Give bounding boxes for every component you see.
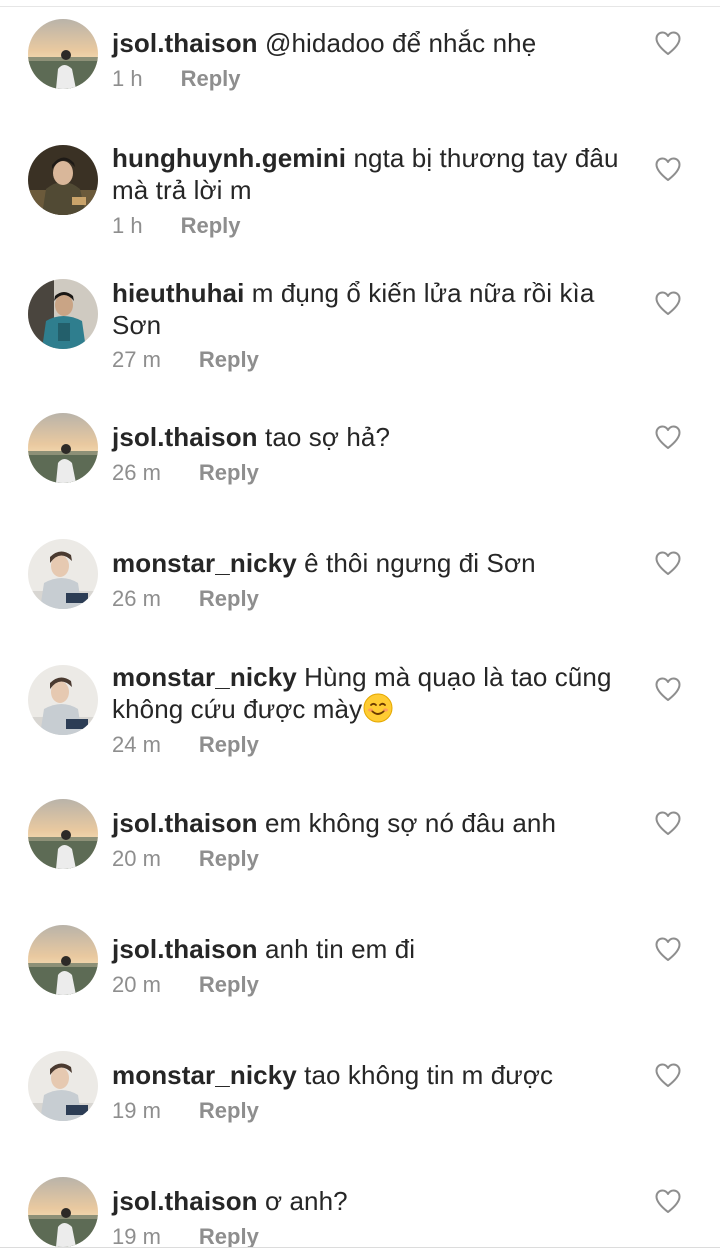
comment-meta: 26 m Reply xyxy=(112,458,259,488)
comment-time: 24 m xyxy=(112,732,161,757)
heart-outline-icon[interactable] xyxy=(654,30,682,56)
comment-username[interactable]: monstar_nicky xyxy=(112,662,297,692)
comment-body: monstar_nicky tao không tin m được xyxy=(112,1059,632,1091)
heart-outline-icon[interactable] xyxy=(654,936,682,962)
comment-body: jsol.thaison em không sợ nó đâu anh xyxy=(112,807,632,839)
heart-outline-icon[interactable] xyxy=(654,424,682,450)
comment-meta: 20 m Reply xyxy=(112,970,259,1000)
comment-text: em không sợ nó đâu anh xyxy=(265,808,557,838)
comment-row: monstar_nicky Hùng mà quạo là tao cũng k… xyxy=(0,646,720,766)
comment-username[interactable]: jsol.thaison xyxy=(112,934,258,964)
comment-time: 20 m xyxy=(112,846,161,871)
comment-time: 20 m xyxy=(112,972,161,997)
reply-button[interactable]: Reply xyxy=(199,458,259,488)
comment-row: jsol.thaison @hidadoo để nhắc nhẹ 1 h Rep… xyxy=(0,0,720,120)
avatar[interactable] xyxy=(28,799,98,869)
avatar[interactable] xyxy=(28,19,98,89)
heart-outline-icon[interactable] xyxy=(654,1188,682,1214)
comment-text: ê thôi ngưng đi Sơn xyxy=(304,548,536,578)
comment-row: jsol.thaison em không sợ nó đâu anh 20 m… xyxy=(0,780,720,900)
comment-row: jsol.thaison anh tin em đi 20 m Reply xyxy=(0,906,720,1026)
comments-page: jsol.thaison @hidadoo để nhắc nhẹ 1 h Rep… xyxy=(0,0,720,1254)
reply-button[interactable]: Reply xyxy=(181,211,241,241)
comment-text: anh tin em đi xyxy=(265,934,416,964)
heart-outline-icon[interactable] xyxy=(654,1062,682,1088)
comment-time: 19 m xyxy=(112,1098,161,1123)
avatar[interactable] xyxy=(28,665,98,735)
comment-time: 1 h xyxy=(112,213,143,238)
avatar[interactable] xyxy=(28,1177,98,1247)
comment-meta: 20 m Reply xyxy=(112,844,259,874)
comment-row: monstar_nicky ê thôi ngưng đi Sơn 26 m Re… xyxy=(0,520,720,640)
avatar[interactable] xyxy=(28,1051,98,1121)
comment-row: jsol.thaison ơ anh? 19 m Reply xyxy=(0,1158,720,1254)
comment-body: jsol.thaison @hidadoo để nhắc nhẹ xyxy=(112,27,632,59)
smiling-face-emoji xyxy=(363,693,393,723)
heart-outline-icon[interactable] xyxy=(654,290,682,316)
comment-username[interactable]: monstar_nicky xyxy=(112,1060,297,1090)
comment-row: monstar_nicky tao không tin m được 19 m R… xyxy=(0,1032,720,1152)
heart-outline-icon[interactable] xyxy=(654,676,682,702)
comment-body: monstar_nicky Hùng mà quạo là tao cũng k… xyxy=(112,661,632,725)
avatar[interactable] xyxy=(28,539,98,609)
comment-username[interactable]: jsol.thaison xyxy=(112,808,258,838)
avatar[interactable] xyxy=(28,279,98,349)
comment-meta: 27 m Reply xyxy=(112,345,259,375)
bottom-edge xyxy=(0,1247,720,1254)
avatar[interactable] xyxy=(28,145,98,215)
comment-body: hieuthuhai m đụng ổ kiến lửa nữa rồi kìa… xyxy=(112,277,632,341)
avatar[interactable] xyxy=(28,925,98,995)
comment-meta: 1 h Reply xyxy=(112,64,241,94)
comment-text: @hidadoo để nhắc nhẹ xyxy=(265,28,537,58)
reply-button[interactable]: Reply xyxy=(181,64,241,94)
comment-time: 26 m xyxy=(112,460,161,485)
comment-body: jsol.thaison anh tin em đi xyxy=(112,933,632,965)
avatar[interactable] xyxy=(28,413,98,483)
comment-username[interactable]: monstar_nicky xyxy=(112,548,297,578)
comment-meta: 1 h Reply xyxy=(112,211,241,241)
reply-button[interactable]: Reply xyxy=(199,1096,259,1126)
reply-button[interactable]: Reply xyxy=(199,970,259,1000)
comment-username[interactable]: jsol.thaison xyxy=(112,422,258,452)
comment-meta: 24 m Reply xyxy=(112,730,259,760)
comment-row: hunghuynh.gemini ngta bị thương tay đâu … xyxy=(0,126,720,246)
comment-text: tao không tin m được xyxy=(304,1060,554,1090)
comment-body: jsol.thaison ơ anh? xyxy=(112,1185,632,1217)
comment-row: hieuthuhai m đụng ổ kiến lửa nữa rồi kìa… xyxy=(0,260,720,380)
reply-button[interactable]: Reply xyxy=(199,730,259,760)
comment-username[interactable]: hunghuynh.gemini xyxy=(112,143,346,173)
reply-button[interactable]: Reply xyxy=(199,345,259,375)
comment-meta: 19 m Reply xyxy=(112,1096,259,1126)
comment-body: jsol.thaison tao sợ hả? xyxy=(112,421,632,453)
comment-username[interactable]: jsol.thaison xyxy=(112,28,258,58)
comment-meta: 26 m Reply xyxy=(112,584,259,614)
comment-body: hunghuynh.gemini ngta bị thương tay đâu … xyxy=(112,142,632,206)
comment-username[interactable]: jsol.thaison xyxy=(112,1186,258,1216)
comment-time: 26 m xyxy=(112,586,161,611)
reply-button[interactable]: Reply xyxy=(199,584,259,614)
comment-row: jsol.thaison tao sợ hả? 26 m Reply xyxy=(0,394,720,514)
heart-outline-icon[interactable] xyxy=(654,810,682,836)
comment-time: 27 m xyxy=(112,347,161,372)
heart-outline-icon[interactable] xyxy=(654,156,682,182)
comment-body: monstar_nicky ê thôi ngưng đi Sơn xyxy=(112,547,632,579)
reply-button[interactable]: Reply xyxy=(199,844,259,874)
comment-text: tao sợ hả? xyxy=(265,422,391,452)
comment-username[interactable]: hieuthuhai xyxy=(112,278,244,308)
comment-text: ơ anh? xyxy=(265,1186,348,1216)
comment-time: 1 h xyxy=(112,66,143,91)
heart-outline-icon[interactable] xyxy=(654,550,682,576)
